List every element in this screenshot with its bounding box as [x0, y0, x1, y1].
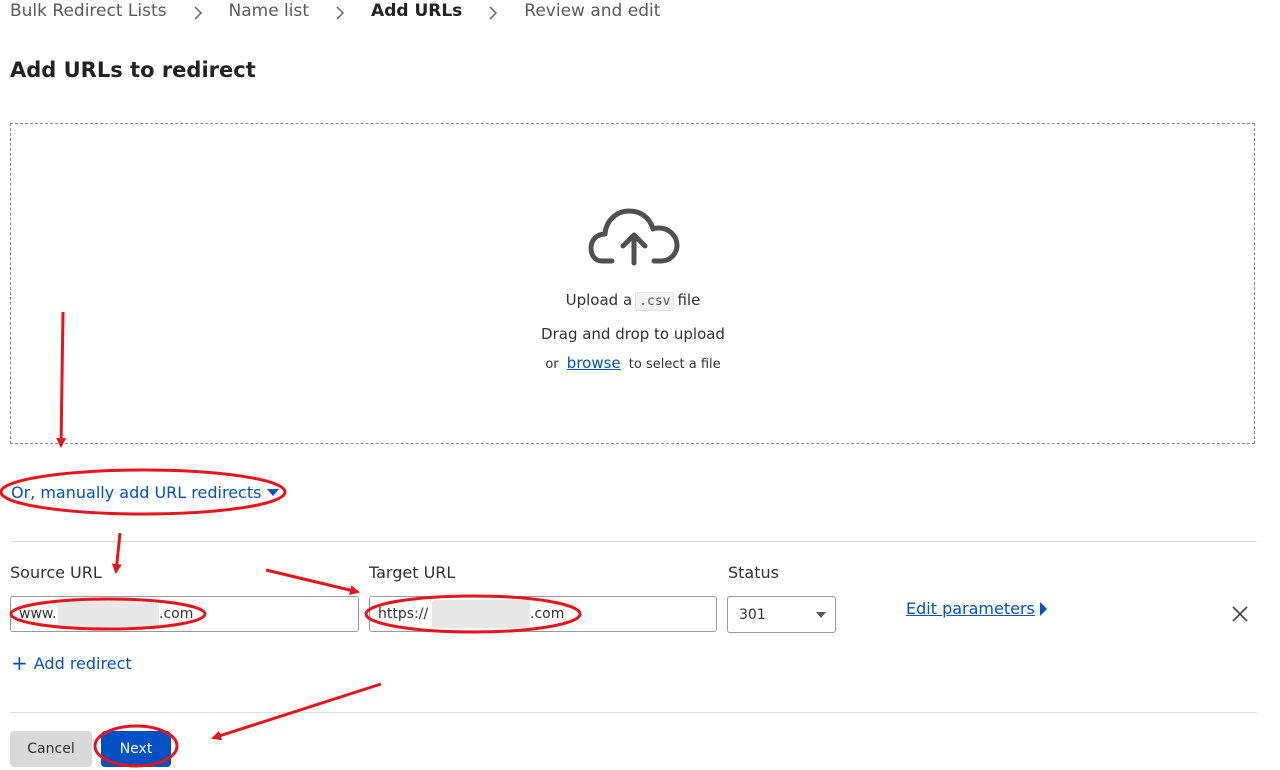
source-url-suffix: .com	[159, 606, 194, 622]
caret-down-icon	[267, 489, 280, 496]
upload-instructions: Upload a .csv file	[0, 291, 1266, 311]
select-file-text: to select a file	[628, 357, 721, 372]
drag-drop-text: Drag and drop to upload	[541, 325, 725, 343]
or-text: or	[545, 357, 559, 372]
section-divider	[10, 541, 1257, 542]
chevron-right-icon	[336, 6, 345, 20]
breadcrumb-add-urls: Add URLs	[371, 1, 463, 21]
annotation-arrow	[211, 682, 382, 741]
status-select[interactable]: 301	[727, 596, 836, 633]
breadcrumb-review-and-edit: Review and edit	[524, 1, 661, 21]
target-url-suffix: .com	[530, 606, 565, 622]
browse-line: or browse to select a file	[0, 354, 1266, 372]
breadcrumb-name-list[interactable]: Name list	[229, 1, 310, 21]
target-url-prefix: https://	[378, 606, 429, 622]
add-redirect-button[interactable]: + Add redirect	[11, 653, 132, 673]
file-type-badge: .csv	[635, 292, 675, 311]
breadcrumb: Bulk Redirect Lists Name list Add URLs R…	[10, 0, 660, 22]
manual-add-toggle[interactable]: Or, manually add URL redirects	[11, 483, 280, 502]
edit-parameters-link[interactable]: Edit parameters	[906, 599, 1047, 618]
plus-icon: +	[11, 651, 28, 675]
footer-divider	[10, 712, 1257, 713]
source-url-prefix: www.	[19, 606, 57, 622]
status-label: Status	[728, 563, 779, 582]
redacted-domain	[432, 600, 530, 628]
chevron-down-icon	[816, 612, 826, 618]
upload-dropzone[interactable]	[10, 123, 1255, 444]
chevron-right-icon	[193, 6, 202, 20]
status-value: 301	[739, 606, 766, 623]
next-button[interactable]: Next	[101, 731, 171, 767]
add-redirect-label: Add redirect	[33, 653, 132, 673]
source-url-label: Source URL	[10, 563, 102, 582]
upload-prefix: Upload a	[565, 291, 633, 309]
edit-parameters-label: Edit parameters	[906, 599, 1035, 618]
manual-add-label: Or, manually add URL redirects	[11, 483, 262, 502]
page-title: Add URLs to redirect	[10, 58, 256, 82]
browse-link[interactable]: browse	[567, 354, 621, 372]
annotation-arrow	[265, 568, 360, 596]
annotation-arrow	[111, 532, 122, 574]
chevron-right-icon	[489, 6, 498, 20]
caret-right-icon	[1039, 601, 1047, 616]
upload-suffix: file	[677, 291, 701, 309]
breadcrumb-bulk-redirect-lists[interactable]: Bulk Redirect Lists	[10, 1, 167, 21]
target-url-label: Target URL	[369, 563, 456, 582]
cloud-upload-icon	[588, 208, 680, 266]
close-icon[interactable]	[1230, 604, 1250, 624]
cancel-button[interactable]: Cancel	[10, 731, 92, 767]
redacted-domain	[58, 600, 159, 628]
